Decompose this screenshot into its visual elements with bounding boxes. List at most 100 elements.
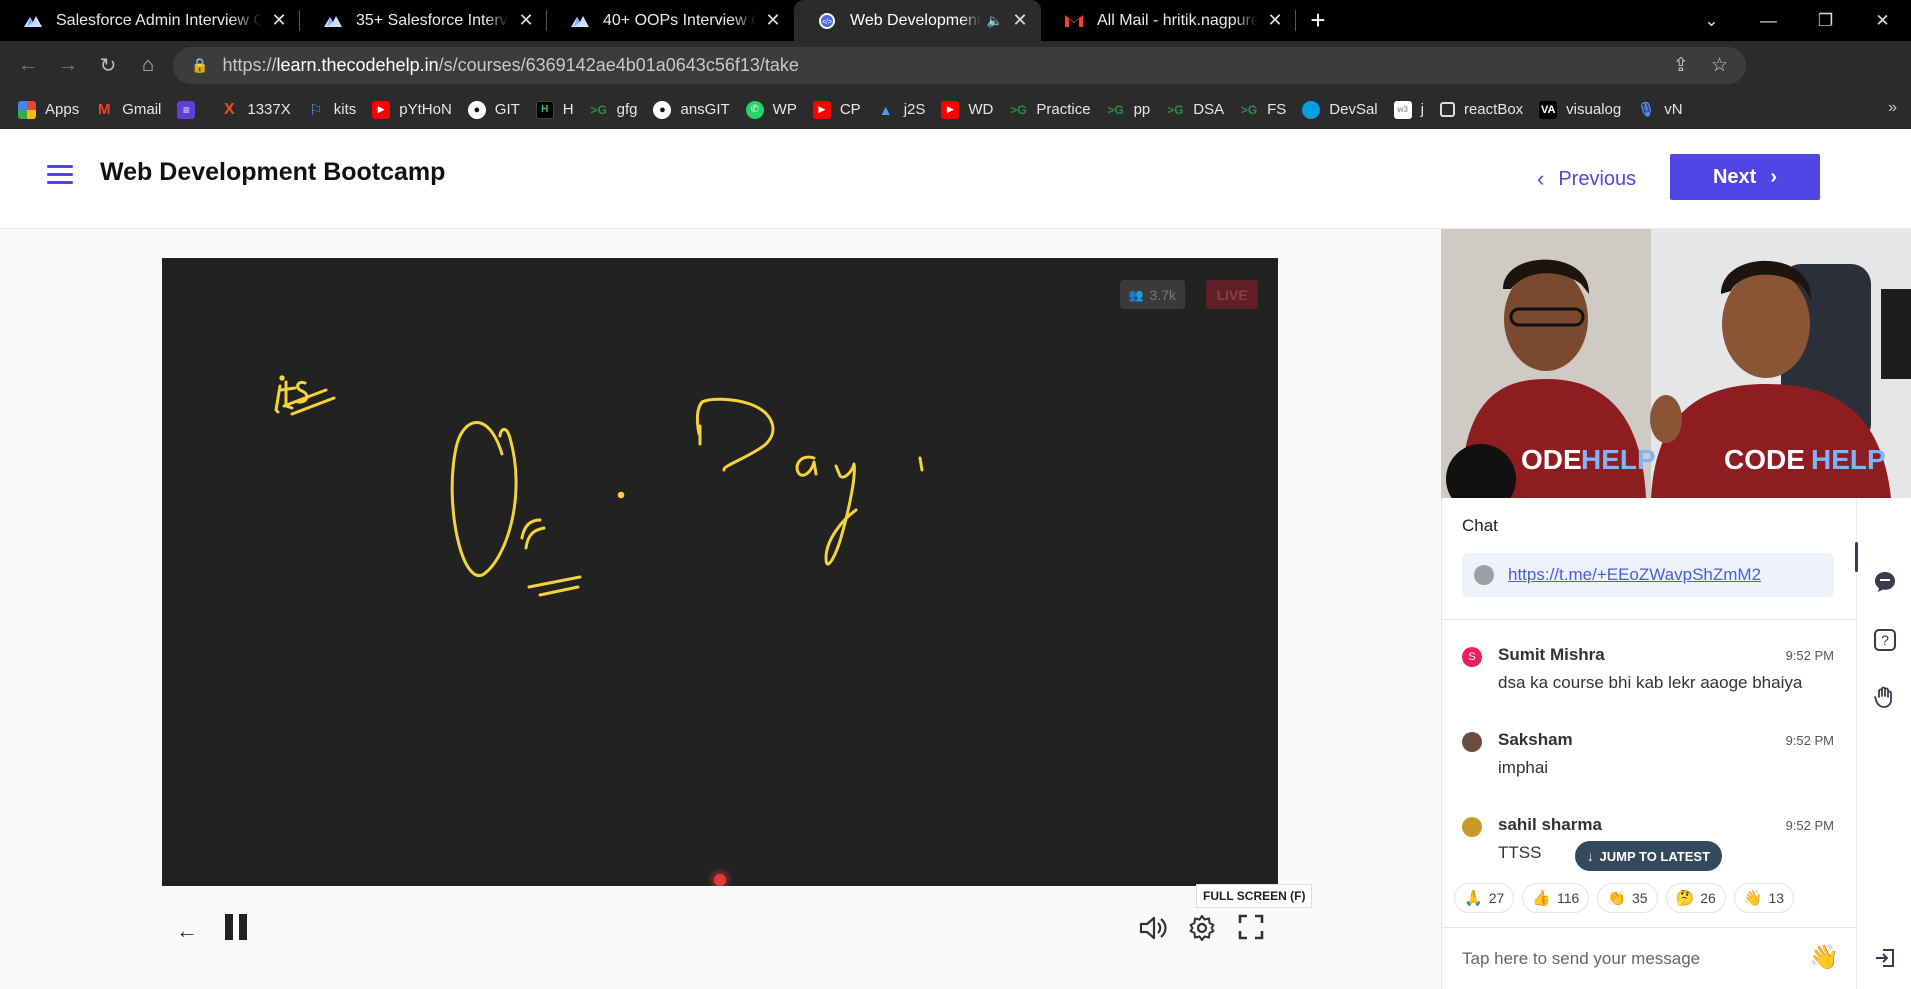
- triangle-logo-icon: [22, 12, 44, 30]
- bookmark-python[interactable]: ▶ pYtHoN: [372, 100, 452, 119]
- bookmark-1337x[interactable]: X 1337X: [220, 100, 291, 119]
- volume-icon[interactable]: [1138, 914, 1168, 947]
- reaction-thinking[interactable]: 🤔 26: [1665, 883, 1726, 913]
- minimize-icon[interactable]: —: [1740, 11, 1797, 31]
- pointer-dot: [714, 874, 726, 886]
- youtube-icon: ▶: [941, 100, 960, 119]
- svg-text:HELP: HELP: [1811, 444, 1886, 475]
- jump-to-latest-button[interactable]: ↓ JUMP TO LATEST: [1575, 841, 1723, 871]
- gfg-icon: >G: [1167, 102, 1184, 117]
- browser-tab[interactable]: 40+ OOPs Interview Questions ar ✕: [547, 0, 794, 41]
- youtube-icon: ▶: [372, 100, 391, 119]
- message-composer: 👋: [1442, 927, 1857, 989]
- bookmark-wp[interactable]: ✆ WP: [745, 100, 797, 119]
- new-tab-button[interactable]: +: [1296, 0, 1340, 41]
- user-avatar-icon: [1474, 565, 1494, 585]
- lock-icon[interactable]: 🔒: [191, 57, 208, 74]
- whiteboard-handwriting: [274, 375, 924, 597]
- browser-tab[interactable]: Salesforce Admin Interview Ques ✕: [0, 0, 300, 41]
- chat-bubble-icon[interactable]: [1873, 570, 1897, 594]
- tab-title: 40+ OOPs Interview Questions ar: [603, 11, 756, 29]
- bookmark-vn[interactable]: 🎙 vN: [1637, 101, 1682, 119]
- chevron-down-icon[interactable]: ⌄: [1683, 11, 1740, 31]
- close-icon[interactable]: ✕: [1266, 10, 1284, 31]
- bookmark-j[interactable]: w3 j: [1393, 100, 1424, 119]
- bookmark-kits[interactable]: ⚐ kits: [307, 101, 356, 119]
- message-time: 9:52 PM: [1785, 733, 1834, 748]
- wave-icon[interactable]: 👋: [1809, 943, 1839, 972]
- bookmark-h[interactable]: HH: [535, 100, 574, 119]
- settings-gear-icon[interactable]: [1188, 914, 1216, 947]
- reaction-thumbs-up[interactable]: 👍 116: [1522, 883, 1590, 913]
- fullscreen-icon[interactable]: [1238, 914, 1264, 945]
- message-text: dsa ka course bhi kab lekr aaoge bhaiya: [1498, 673, 1803, 692]
- x-icon: X: [224, 100, 235, 118]
- speaker-icon[interactable]: 🔈: [987, 13, 1003, 29]
- bookmark-fs[interactable]: >G FS: [1240, 101, 1286, 119]
- jump-label: JUMP TO LATEST: [1599, 848, 1711, 864]
- bookmark-wd[interactable]: ▶ WD: [941, 100, 993, 119]
- side-rail: ?: [1856, 498, 1911, 989]
- home-icon[interactable]: ⌂: [128, 54, 168, 77]
- question-icon[interactable]: ?: [1873, 628, 1897, 652]
- viewer-count: 3.7k: [1149, 286, 1176, 303]
- pause-icon[interactable]: [222, 912, 250, 947]
- url-bar[interactable]: 🔒 https://learn.thecodehelp.in/s/courses…: [173, 47, 1746, 84]
- raise-hand-icon[interactable]: [1873, 685, 1897, 709]
- bookmark-gmail[interactable]: M Gmail: [95, 101, 161, 119]
- close-icon[interactable]: ✕: [517, 10, 535, 31]
- svg-text:CODE: CODE: [1724, 444, 1805, 475]
- hamburger-menu-icon[interactable]: [47, 165, 73, 185]
- bookmark-devsal[interactable]: DevSal: [1302, 100, 1378, 119]
- svg-text:</>: </>: [822, 19, 832, 26]
- browser-tab[interactable]: All Mail - hritik.nagpure2013@gm ✕: [1041, 0, 1296, 41]
- bookmark-pp[interactable]: >G pp: [1107, 101, 1150, 119]
- next-button[interactable]: Next ›: [1670, 154, 1820, 200]
- forward-icon[interactable]: →: [48, 54, 88, 77]
- bookmark-git[interactable]: ● GIT: [467, 100, 520, 119]
- chevron-double-right-icon[interactable]: »: [1888, 99, 1897, 117]
- bookmark-visualog[interactable]: VA visualog: [1539, 100, 1621, 119]
- bookmark-dsa[interactable]: >G DSA: [1166, 101, 1224, 119]
- video-player[interactable]: 👥 3.7k LIVE: [162, 258, 1278, 886]
- reload-icon[interactable]: ↻: [88, 53, 128, 78]
- gfg-icon: >G: [1107, 102, 1124, 117]
- browser-tab[interactable]: 35+ Salesforce Interview Questio ✕: [300, 0, 547, 41]
- bookmark-reactbox[interactable]: reactBox: [1439, 101, 1523, 118]
- message-text: TTSS: [1498, 843, 1542, 862]
- bookmark-list[interactable]: ≡: [177, 100, 204, 119]
- live-badge: LIVE: [1206, 280, 1258, 309]
- share-icon[interactable]: ⇪: [1673, 54, 1689, 77]
- message-author: Sumit Mishra: [1498, 645, 1605, 664]
- bookmark-apps[interactable]: Apps: [18, 100, 79, 119]
- thumbs-up-icon: 👍: [1532, 890, 1551, 907]
- pinned-link[interactable]: https://t.me/+EEoZWavpShZmM2: [1508, 565, 1761, 585]
- bookmark-practice[interactable]: >G Practice: [1009, 101, 1090, 119]
- close-icon[interactable]: ✕: [270, 10, 288, 31]
- star-icon[interactable]: ☆: [1711, 54, 1728, 77]
- browser-tab-active[interactable]: </> Web Development Bootcamp 🔈 ✕: [794, 0, 1041, 41]
- close-icon[interactable]: ✕: [764, 10, 782, 31]
- reaction-pray[interactable]: 🙏 27: [1454, 883, 1515, 913]
- reaction-clap[interactable]: 👏 35: [1597, 883, 1658, 913]
- next-label: Next: [1712, 165, 1757, 188]
- users-icon: 👥: [1128, 287, 1144, 302]
- previous-button[interactable]: ‹ Previous: [1537, 156, 1636, 202]
- bookmark-j2s[interactable]: ▲ j2S: [877, 101, 926, 119]
- chat-message-input[interactable]: [1462, 944, 1802, 974]
- back-icon[interactable]: ←: [8, 54, 48, 77]
- arrow-left-icon[interactable]: ←: [176, 918, 198, 944]
- divider: [1442, 619, 1857, 620]
- bookmark-ansgit[interactable]: ● ansGIT: [653, 100, 730, 119]
- close-icon[interactable]: ✕: [1011, 10, 1029, 31]
- drive-icon: ▲: [878, 101, 893, 118]
- omnibox-icons: ⇪ ☆: [1673, 47, 1728, 84]
- exit-icon[interactable]: [1873, 946, 1897, 970]
- bookmark-cp[interactable]: ▶ CP: [812, 100, 861, 119]
- close-window-icon[interactable]: ✕: [1854, 11, 1911, 31]
- restore-icon[interactable]: ❐: [1797, 11, 1854, 31]
- github-icon: ●: [653, 100, 672, 119]
- bookmark-gfg[interactable]: >G gfg: [590, 101, 637, 119]
- chat-panel: Chat https://t.me/+EEoZWavpShZmM2 S Sumi…: [1441, 498, 1857, 989]
- reaction-wave[interactable]: 👋 13: [1733, 883, 1795, 913]
